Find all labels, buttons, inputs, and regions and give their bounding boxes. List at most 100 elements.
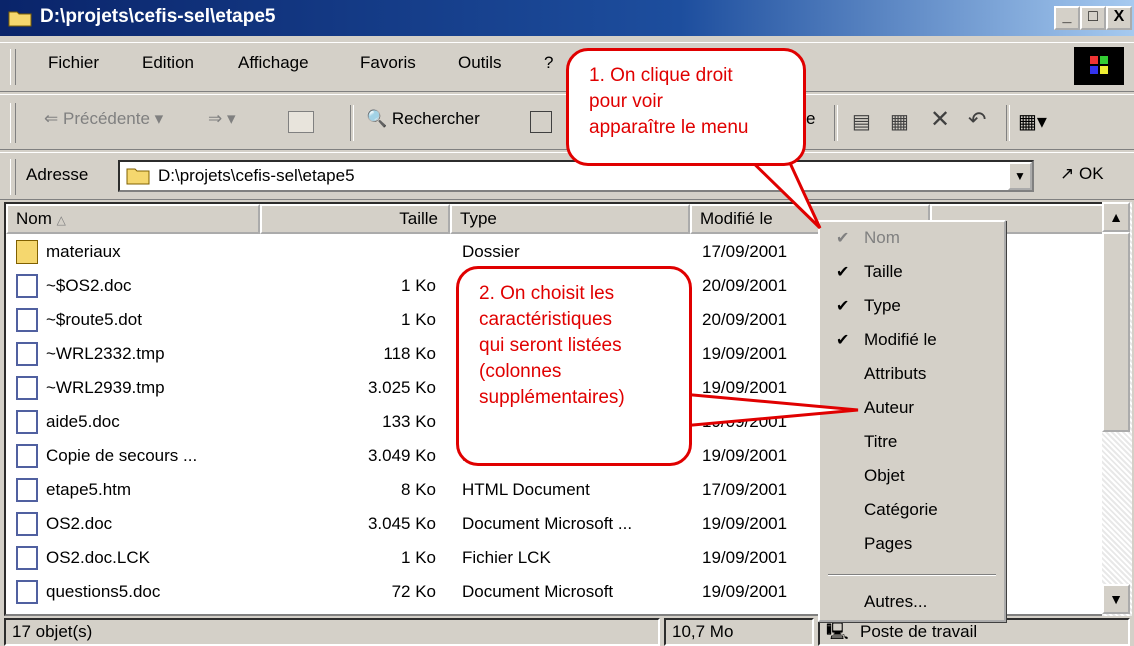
callout-step2-line1: 2. On choisit les (479, 283, 615, 304)
table-row[interactable]: questions5.doc 72 Ko Document Microsoft 19/… (6, 576, 826, 610)
callout-step2: 2. On choisit les caractéristiques qui s… (456, 266, 692, 466)
history-label: e (806, 109, 816, 128)
close-button[interactable]: X (1106, 6, 1132, 30)
table-row[interactable]: ~$route5.dot 1 Ko 20/09/2001 (6, 304, 826, 338)
callout-step2-line4: (colonnes (479, 361, 562, 382)
file-size: 3.025 Ko (367, 378, 436, 397)
address-input[interactable]: D:\projets\cefis-sel\etape5 ▼ (118, 160, 1034, 192)
scroll-thumb[interactable] (1102, 232, 1130, 432)
scroll-up-button[interactable]: ▲ (1102, 202, 1130, 232)
status-zone: 🖳 Poste de travail (818, 618, 1130, 646)
lck-file-icon (16, 546, 38, 570)
word-doc-icon (16, 580, 38, 604)
column-header-name[interactable]: Nom △ (6, 204, 260, 234)
callout-step2-line2: caractéristiques (479, 309, 613, 330)
checkmark-icon: ✔ (836, 264, 850, 281)
menu-item-column[interactable]: Auteur (864, 398, 914, 418)
file-name: OS2.doc (46, 514, 113, 533)
file-name: aide5.doc (46, 412, 120, 431)
checkmark-icon: ✔ (836, 298, 850, 315)
address-dropdown-button[interactable]: ▼ (1008, 162, 1032, 190)
menu-item-column[interactable]: Pages (864, 534, 912, 554)
menu-outils[interactable]: Outils (458, 53, 501, 73)
go-label: OK (1078, 164, 1104, 183)
file-name: ~$OS2.doc (46, 276, 132, 295)
table-row[interactable]: ~WRL2332.tmp 118 Ko 19/09/2001 (6, 338, 826, 372)
copy-to-icon[interactable]: ▦ (890, 109, 909, 134)
go-button[interactable]: ↗ OK (1060, 164, 1104, 184)
file-type: Document Microsoft (462, 582, 614, 601)
file-size: 133 Ko (382, 412, 436, 431)
menu-edition[interactable]: Edition (142, 53, 194, 73)
vertical-scrollbar[interactable]: ▲ ▼ (1102, 202, 1132, 616)
file-date: 19/09/2001 (702, 582, 788, 601)
callout-step2-line3: qui seront listées (479, 335, 622, 356)
folder-icon (16, 240, 38, 264)
table-row[interactable]: OS2.doc.LCK 1 Ko Fichier LCK 19/09/2001 (6, 542, 826, 576)
sort-ascending-icon: △ (56, 213, 66, 227)
file-name: ~WRL2332.tmp (46, 344, 165, 363)
menu-fichier[interactable]: Fichier (48, 53, 99, 73)
up-folder-icon[interactable] (288, 111, 314, 133)
status-zone-label: Poste de travail (860, 622, 978, 641)
file-name: Copie de secours ... (46, 446, 198, 465)
checkmark-icon: ✔ (836, 230, 850, 247)
table-row[interactable]: etape5.htm 8 Ko HTML Document 17/09/2001 (6, 474, 826, 508)
forward-button[interactable]: ⇒ ▾ (208, 109, 236, 129)
undo-icon[interactable]: ↶ (968, 107, 986, 133)
menu-item-column[interactable]: Attributs (864, 364, 926, 384)
minimize-button[interactable]: _ (1054, 6, 1080, 30)
menu-item-column[interactable]: Modifié le (864, 330, 937, 350)
file-date: 17/09/2001 (702, 242, 788, 261)
callout-step1-line2: pour voir (589, 91, 663, 112)
folders-icon[interactable] (530, 111, 552, 133)
toolbar-grip[interactable] (10, 159, 16, 195)
table-row[interactable]: materiaux Dossier 17/09/2001 (6, 236, 826, 270)
callout-step1-line3: apparaître le menu (589, 117, 749, 138)
file-type: Dossier (462, 242, 520, 261)
folder-icon (8, 11, 32, 27)
menu-affichage[interactable]: Affichage (238, 53, 309, 73)
file-name: etape5.htm (46, 480, 132, 499)
windows-logo-icon (1074, 47, 1124, 85)
callout-step1: 1. On clique droit pour voir apparaître … (566, 48, 806, 166)
file-size: 1 Ko (401, 548, 436, 567)
table-row[interactable]: OS2.doc 3.045 Ko Document Microsoft ... 19/… (6, 508, 826, 542)
menu-item-column[interactable]: Type (864, 296, 901, 316)
search-button[interactable]: 🔍 Rechercher (366, 109, 480, 129)
delete-icon[interactable]: ✕ (930, 105, 950, 134)
table-row[interactable]: ~$OS2.doc 1 Ko 20/09/2001 (6, 270, 826, 304)
menu-favoris[interactable]: Favoris (360, 53, 416, 73)
callout-step1-line1: 1. On clique droit (589, 65, 733, 86)
file-name: ~WRL2939.tmp (46, 378, 165, 397)
search-label: Rechercher (391, 109, 480, 128)
maximize-button[interactable]: □ (1080, 6, 1106, 30)
file-size: 1 Ko (401, 276, 436, 295)
file-size: 1 Ko (401, 310, 436, 329)
go-arrow-icon: ↗ (1060, 164, 1075, 183)
toolbar-separator (834, 105, 838, 141)
menu-item-column[interactable]: Catégorie (864, 500, 938, 520)
menu-item-more[interactable]: Autres... (864, 592, 927, 612)
toolbar-separator (350, 105, 354, 141)
toolbar-grip[interactable] (10, 103, 16, 143)
file-name: ~$route5.dot (46, 310, 142, 329)
word-doc-icon (16, 274, 38, 298)
back-button[interactable]: ⇐ Précédente ▾ (44, 109, 163, 129)
search-icon: 🔍 (366, 109, 388, 128)
computer-icon: 🖳 (826, 622, 849, 641)
toolbar-grip[interactable] (10, 49, 16, 85)
column-header-size[interactable]: Taille (260, 204, 450, 234)
move-to-icon[interactable]: ▤ (852, 109, 871, 134)
ie-html-icon (16, 478, 38, 502)
column-name-label: Nom (16, 209, 52, 228)
file-type: Fichier LCK (462, 548, 551, 567)
menu-help[interactable]: ? (544, 53, 553, 73)
views-icon[interactable]: ▦▾ (1018, 109, 1047, 134)
menu-item-column[interactable]: Taille (864, 262, 903, 282)
scroll-down-button[interactable]: ▼ (1102, 584, 1130, 614)
menu-separator (828, 574, 996, 576)
file-date: 19/09/2001 (702, 548, 788, 567)
title-bar[interactable]: D:\projets\cefis-sel\etape5 _ □ X (0, 0, 1134, 36)
menu-item-column[interactable]: Objet (864, 466, 905, 486)
